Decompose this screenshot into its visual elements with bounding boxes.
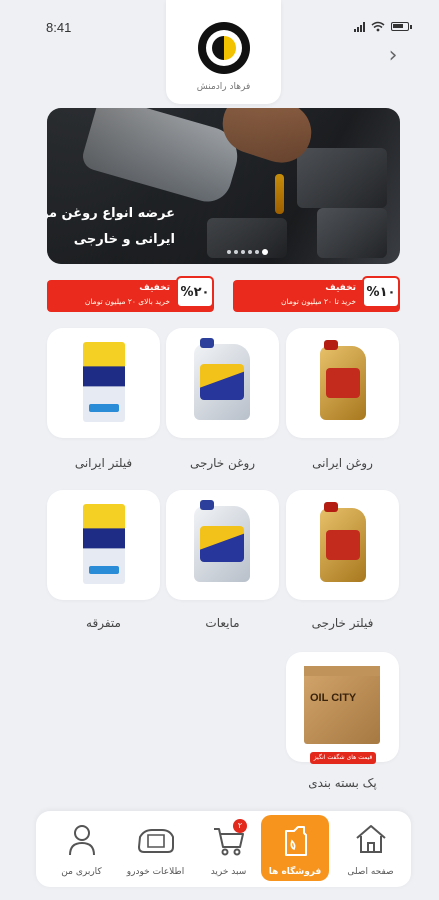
blue-oil-jug-icon (194, 500, 250, 582)
cart-count-badge: ۲ (233, 819, 247, 833)
category-label: فیلتر خارجی (311, 616, 374, 630)
pagination-dot[interactable] (248, 250, 252, 254)
nav-car-info[interactable]: اطلاعات خودرو (118, 811, 193, 887)
pagination-dot-active[interactable] (262, 249, 268, 255)
discount-percent: %۱۰ (362, 276, 400, 308)
status-icons (354, 21, 412, 32)
gold-oil-jug-icon (320, 502, 366, 582)
discount-title: تخفیف (139, 283, 170, 293)
nav-cart[interactable]: ۲ سبد خرید (191, 811, 266, 887)
amazing-price-badge: قیمت های شگفت انگیز (310, 752, 376, 764)
box-brand-text: OIL CITY (310, 692, 357, 704)
category-label: فیلتر ایرانی (74, 456, 133, 470)
cardboard-box-icon: OIL CITY (304, 666, 380, 744)
pagination-dot[interactable] (255, 250, 259, 254)
gold-oil-jug-icon (320, 340, 366, 420)
banner-subline: ایرانی و خارجی (73, 232, 175, 247)
user-icon (68, 825, 95, 856)
nav-shops[interactable]: فروشگاه ها (261, 815, 329, 881)
filter-box-icon (83, 342, 125, 422)
nav-label: صفحه اصلی (347, 867, 394, 877)
shop-owner-name: فرهاد رادمنش (196, 82, 251, 92)
category-fluids[interactable] (166, 490, 279, 600)
nav-home[interactable]: صفحه اصلی (333, 811, 408, 887)
promo-banner[interactable]: عرضه انواع روغن موتور ایرانی و خارجی (47, 108, 400, 264)
category-iranian-filter[interactable] (47, 328, 160, 438)
discount-percent: %۲۰ (176, 276, 214, 308)
back-button[interactable]: › (383, 44, 403, 68)
home-icon (355, 825, 386, 853)
banner-headline: عرضه انواع روغن موتور (47, 206, 175, 221)
discount-20-card[interactable]: %۲۰ تخفیف خرید بالای ۲۰ میلیون تومان (47, 276, 214, 312)
car-icon (137, 829, 174, 853)
category-label: متفرقه (86, 616, 121, 630)
bottom-navigation: صفحه اصلی فروشگاه ها ۲ سبد خرید اطلاعات … (36, 811, 411, 887)
discount-desc: خرید بالای ۲۰ میلیون تومان (84, 297, 170, 306)
discount-10-card[interactable]: %۱۰ تخفیف خرید تا ۲۰ میلیون تومان (233, 276, 400, 312)
category-foreign-filter[interactable] (286, 490, 399, 600)
battery-icon (391, 22, 412, 31)
nav-label: اطلاعات خودرو (126, 867, 185, 877)
shop-logo-icon (198, 22, 250, 74)
category-label: روغن خارجی (189, 456, 256, 470)
nav-label: فروشگاه ها (268, 867, 322, 877)
category-label: پک بسته بندی (308, 776, 377, 790)
pagination-dot[interactable] (227, 250, 231, 254)
oil-can-icon (285, 826, 307, 856)
category-iranian-oil[interactable] (286, 328, 399, 438)
category-misc[interactable] (47, 490, 160, 600)
filter-box-icon (83, 504, 125, 584)
pagination-dot[interactable] (234, 250, 238, 254)
discount-title: تخفیف (325, 283, 356, 293)
category-foreign-oil[interactable] (166, 328, 279, 438)
blue-oil-jug-icon (194, 338, 250, 420)
nav-label: سبد خرید (210, 867, 247, 877)
category-label: روغن ایرانی (312, 456, 373, 470)
status-time: 8:41 (46, 20, 72, 35)
signal-icon (354, 21, 365, 32)
category-packaging[interactable]: OIL CITY قیمت های شگفت انگیز (286, 652, 399, 764)
category-label: مایعات (205, 616, 240, 630)
nav-label: کاربری من (61, 867, 102, 877)
wifi-icon (371, 21, 385, 32)
banner-pagination (227, 249, 268, 255)
shop-logo-card: فرهاد رادمنش (166, 0, 281, 104)
discount-desc: خرید تا ۲۰ میلیون تومان (281, 297, 356, 306)
nav-user[interactable]: کاربری من (44, 811, 119, 887)
pagination-dot[interactable] (241, 250, 245, 254)
